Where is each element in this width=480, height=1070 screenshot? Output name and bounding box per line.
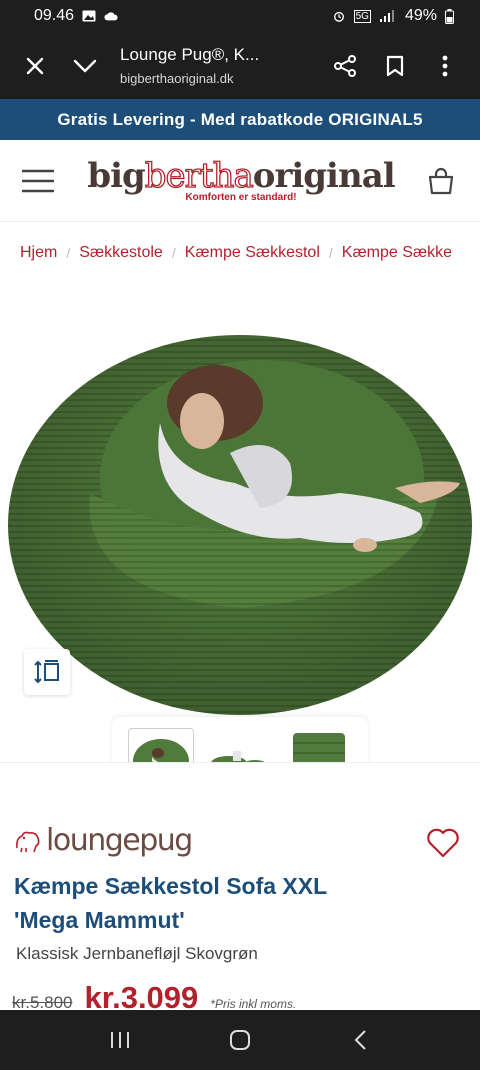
product-title-line1: Kæmpe Sækkestol Sofa XXL	[14, 873, 328, 899]
page-host: bigberthaoriginal.dk	[120, 71, 234, 86]
alarm-icon	[333, 11, 344, 22]
battery-icon	[445, 8, 454, 24]
brand-logo[interactable]: loungepug	[14, 823, 193, 858]
home-icon	[230, 1030, 250, 1050]
browser-toolbar: Lounge Pug®, K... bigberthaoriginal.dk	[0, 32, 480, 99]
back-button[interactable]	[335, 1020, 385, 1060]
menu-button[interactable]	[22, 168, 56, 194]
site-logo[interactable]: bigberthaoriginal Komforten er standard!	[87, 155, 396, 203]
promo-text: Gratis Levering - Med rabatkode ORIGINAL…	[57, 109, 423, 129]
cloud-icon	[104, 12, 118, 21]
url-block[interactable]: Lounge Pug®, K... bigberthaoriginal.dk	[110, 45, 320, 86]
battery-percent: 49%	[404, 7, 437, 24]
product-info: loungepug Kæmpe Sækkestol Sofa XXL 'Mega…	[0, 762, 480, 1015]
recent-apps-icon	[111, 1032, 129, 1048]
more-options-button[interactable]	[420, 41, 470, 91]
breadcrumb-home[interactable]: Hjem	[20, 244, 57, 262]
signal-icon	[379, 10, 394, 22]
heart-icon	[427, 828, 459, 858]
product-image[interactable]	[0, 273, 480, 760]
bookmark-button[interactable]	[370, 41, 420, 91]
breadcrumb-giant-bean-bags[interactable]: Kæmpe Sækkestol	[185, 244, 320, 262]
product-gallery[interactable]	[0, 273, 480, 760]
close-tab-button[interactable]	[10, 41, 60, 91]
pug-logo-icon	[16, 831, 40, 852]
breadcrumb-separator: /	[171, 245, 176, 261]
recent-apps-button[interactable]	[95, 1020, 145, 1060]
hamburger-menu-icon	[22, 169, 54, 192]
cart-button[interactable]	[426, 166, 456, 196]
page-title: Lounge Pug®, K...	[120, 45, 260, 64]
brand-name: loungepug	[46, 823, 193, 858]
vat-note: *Pris inkl moms.	[210, 997, 297, 1011]
breadcrumb-separator: /	[328, 245, 333, 261]
wishlist-button[interactable]	[426, 827, 460, 859]
product-title: Kæmpe Sækkestol Sofa XXL 'Mega Mammut'	[14, 869, 414, 937]
system-nav-bar	[0, 1010, 480, 1070]
logo-bertha: bertha	[144, 155, 254, 196]
share-button[interactable]	[320, 41, 370, 91]
status-time: 09.46	[34, 7, 75, 24]
expand-image-button[interactable]	[24, 649, 70, 695]
chevron-down-icon	[73, 59, 97, 72]
breadcrumb-separator: /	[66, 245, 71, 261]
bookmark-icon	[386, 55, 404, 76]
breadcrumb-current[interactable]: Kæmpe Sække	[342, 244, 452, 262]
logo-big: big	[87, 155, 145, 196]
share-icon	[334, 54, 356, 77]
status-bar: 09.46 5G 49%	[0, 0, 480, 32]
shopping-bag-icon	[428, 167, 454, 194]
minimize-button[interactable]	[60, 41, 110, 91]
back-icon	[354, 1030, 366, 1050]
promo-banner[interactable]: Gratis Levering - Med rabatkode ORIGINAL…	[0, 99, 480, 140]
image-notification-icon	[82, 10, 96, 22]
home-button[interactable]	[215, 1020, 265, 1060]
network-type: 5G	[353, 9, 371, 23]
product-title-line2: 'Mega Mammut'	[14, 907, 185, 933]
logo-original: original	[252, 155, 396, 196]
more-vertical-icon	[442, 55, 448, 76]
product-variant: Klassisk Jernbanefløjl Skovgrøn	[16, 944, 258, 963]
close-icon	[26, 57, 44, 74]
site-header: bigberthaoriginal Komforten er standard!	[0, 140, 480, 222]
breadcrumb: Hjem / Sækkestole / Kæmpe Sækkestol / Kæ…	[20, 233, 480, 273]
resize-icon	[34, 660, 59, 684]
breadcrumb-bean-bags[interactable]: Sækkestole	[79, 244, 163, 262]
